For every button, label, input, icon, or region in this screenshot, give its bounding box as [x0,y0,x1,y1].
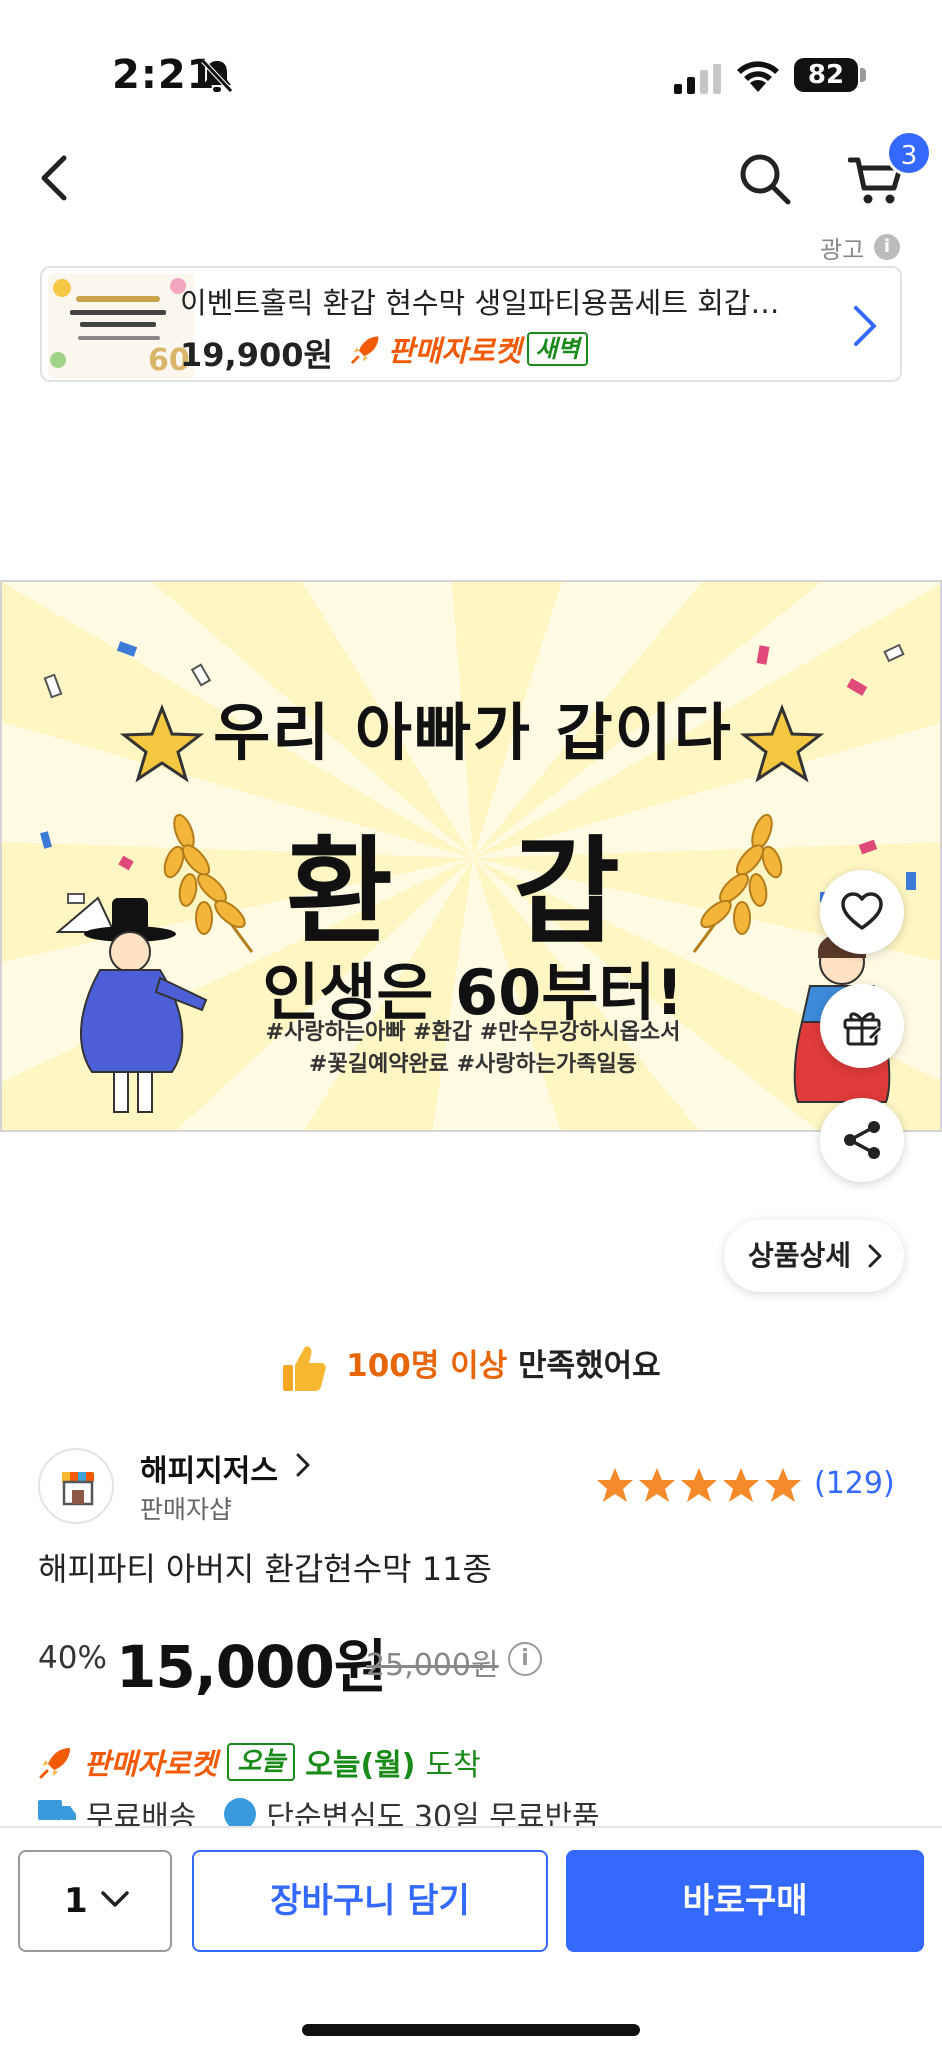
chevron-right-icon [854,306,876,346]
star-icon [639,1468,675,1502]
back-arrow-icon[interactable] [36,150,76,206]
ad-delivery-badge: 새벽 [527,332,588,366]
quantity-value: 1 [64,1881,88,1921]
satisfaction-count: 100명 이상 [346,1348,508,1384]
truck-icon [38,1800,76,1820]
heart-icon [841,892,883,930]
free-return: 단순변심도 30일 무료반품 [266,1800,600,1828]
buy-now-button[interactable]: 바로구매 [566,1850,924,1952]
arrival-text: 도착 [425,1748,481,1783]
ad-price: 19,900원 [180,336,333,374]
satisfaction-summary: 100명 이상 만족했어요 [0,1340,942,1393]
ad-rocket-delivery: 판매자로켓 새벽 [350,330,588,368]
discount-rate: 40% [38,1640,107,1676]
seller-subtitle: 판매자샵 [140,1495,233,1524]
sale-price: 15,000원 [116,1633,387,1701]
product-title: 해피파티 아버지 환갑현수막 11종 [38,1550,492,1588]
free-shipping: 무료배송 [86,1800,197,1828]
wifi-icon [737,61,779,92]
share-button[interactable] [820,1098,904,1182]
delivery-info: 판매자로켓 오늘 오늘(월) 도착 [38,1740,481,1784]
return-icon [224,1798,257,1828]
product-detail-label: 상품상세 [748,1239,852,1272]
star-icon [681,1468,717,1502]
banner-title: 환 갑 [286,825,660,960]
original-price: 25,000원 [366,1648,499,1683]
seller-name[interactable]: 해피지저스 [140,1446,278,1490]
search-icon[interactable] [736,150,792,206]
cart-count-badge: 3 [886,130,932,176]
star-icon [723,1468,759,1502]
banner-headline: 우리 아빠가 갑이다 [213,696,733,769]
satisfaction-text: 만족했어요 [507,1348,661,1384]
star-icon [765,1468,801,1502]
ad-thumbnail: 60 [48,274,194,378]
arrival-date: 오늘(월) [305,1748,416,1783]
chevron-down-icon [101,1891,129,1907]
share-icon [844,1121,880,1159]
rocket-icon [39,1748,70,1779]
info-icon[interactable]: i [508,1642,542,1676]
shipping-info: 무료배송 단순변심도 30일 무료반품 [38,1798,600,1828]
rocket-delivery-label: 판매자로켓 [84,1747,218,1781]
gift-button[interactable] [820,984,904,1068]
home-indicator[interactable] [302,2024,640,2036]
product-detail-button[interactable]: 상품상세 [724,1220,904,1292]
rocket-icon [351,336,379,364]
banner-hashtags: #꽃길예약완료 #사랑하는가족일동 [309,1052,637,1077]
store-icon [62,1472,94,1506]
add-to-cart-button[interactable]: 장바구니 담기 [192,1850,548,1952]
review-count[interactable]: (129) [814,1466,895,1501]
ad-label: 광고 [820,236,865,264]
status-bar: 2:21 82 [0,0,942,120]
ad-title: 이벤트홀릭 환갑 현수막 생일파티용품세트 회갑… [180,286,780,320]
info-icon[interactable]: i [874,234,900,260]
banner-hashtags: #사랑하는아빠 #환갑 #만수무강하시옵소서 [265,1020,681,1045]
product-image-banner[interactable]: 우리 아빠가 갑이다 환 갑 인생은 60부터! #사랑하는아빠 #환갑 #만수… [0,580,942,1132]
battery-indicator: 82 [794,58,858,92]
quantity-select[interactable]: 1 [18,1850,172,1952]
ad-card[interactable]: 60 이벤트홀릭 환갑 현수막 생일파티용품세트 회갑… 19,900원 판매자… [40,266,902,382]
bottom-action-bar: 1 장바구니 담기 바로구매 [0,1826,942,2048]
rating-stars[interactable] [596,1466,802,1504]
today-badge: 오늘 [227,1743,296,1781]
thumbs-up-icon [283,1345,327,1391]
signal-icon [674,64,721,94]
chevron-right-icon[interactable] [296,1452,310,1478]
wishlist-button[interactable] [820,870,904,954]
seller-logo[interactable] [38,1448,114,1524]
battery-tip [860,68,866,82]
chevron-right-icon [868,1244,882,1268]
star-icon [597,1468,633,1502]
bell-slash-icon [201,59,233,93]
gift-icon [843,1012,882,1046]
ad-rocket-label: 판매자로켓 [388,334,522,368]
